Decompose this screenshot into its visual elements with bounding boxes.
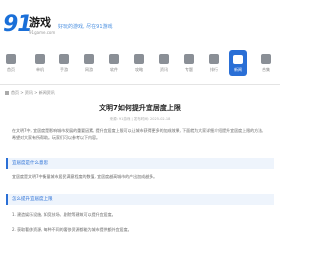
- nav-label: 排行: [210, 67, 218, 72]
- breadcrumb-text[interactable]: 首页 > 资讯 > 新闻资讯: [11, 90, 55, 95]
- app-icon: [109, 54, 119, 64]
- nav-item-home[interactable]: 首页: [0, 52, 22, 78]
- home-icon: [6, 54, 16, 64]
- bullet-item: 1. 建造娱乐设施, 如竞技场、剧院等建筑可以提升宜居度。: [12, 212, 116, 217]
- nav-label: 攻略: [135, 67, 143, 72]
- book-icon: [134, 54, 144, 64]
- nav-label: 手游: [60, 67, 68, 72]
- site-header: 91 游戏 91game.com 好玩的游戏, 尽在91游戏: [0, 0, 280, 44]
- article-intro: 在文明7中, 宜居度是影响城市发展的重要因素, 提升宜居度上限可以让城市获得更多…: [12, 128, 264, 140]
- nav-item-collection[interactable]: 合集: [255, 52, 277, 78]
- nav-item-mobile[interactable]: 手游: [53, 52, 75, 78]
- rank-icon: [209, 54, 219, 64]
- section1-body: 宜居度是文明7中衡量城市居民满意程度的数值, 宜居度越高城市的产出加成越多。: [12, 174, 158, 179]
- section-heading-text: 怎么提升宜居度上限: [12, 197, 53, 202]
- bullet-item: 2. 获取奢侈资源, 每种不同的奢侈资源都能为城市提供额外宜居度。: [12, 227, 132, 232]
- nav-divider: [0, 84, 280, 85]
- section-heading-2: 怎么提升宜居度上限: [6, 194, 274, 205]
- section-heading-1: 宜居度是什么意思: [6, 158, 274, 169]
- nav-label: 资讯: [160, 67, 168, 72]
- gamepad-icon: [35, 54, 45, 64]
- main-nav: 首页 单机 手游 网游 软件 攻略 资讯 专题 排行 新闻 合集: [0, 44, 280, 84]
- folder-icon: [261, 54, 271, 64]
- nav-item-rank[interactable]: 排行: [203, 52, 225, 78]
- nav-item-info[interactable]: 资讯: [153, 52, 175, 78]
- article-title: 文明7如何提升宜居度上限: [99, 104, 181, 112]
- nav-item-topics[interactable]: 专题: [178, 52, 200, 78]
- nav-label: 首页: [7, 67, 15, 72]
- phone-icon: [59, 54, 69, 64]
- news-icon: [159, 54, 169, 64]
- section-heading-text: 宜居度是什么意思: [12, 161, 48, 166]
- grid-icon: [184, 54, 194, 64]
- globe-icon: [84, 54, 94, 64]
- nav-label: 软件: [110, 67, 118, 72]
- nav-label: 合集: [262, 67, 270, 72]
- article-meta: 来源: 91游戏 | 发布时间: 2025-02-18: [109, 117, 171, 121]
- nav-item-guides[interactable]: 攻略: [128, 52, 150, 78]
- logo-subtext: 91game.com: [29, 30, 56, 35]
- logo-text: 游戏: [29, 16, 51, 29]
- site-logo[interactable]: 91 游戏 91game.com: [3, 14, 63, 38]
- nav-label: 新闻: [234, 67, 242, 72]
- location-icon: [5, 90, 9, 95]
- nav-item-software[interactable]: 软件: [103, 52, 125, 78]
- nav-item-pc[interactable]: 单机: [29, 52, 51, 78]
- nav-label: 网游: [85, 67, 93, 72]
- site-slogan: 好玩的游戏, 尽在91游戏: [58, 24, 113, 30]
- newspaper-icon: [233, 55, 243, 64]
- nav-item-online[interactable]: 网游: [78, 52, 100, 78]
- logo-number: 91: [3, 12, 33, 37]
- breadcrumb[interactable]: 首页 > 资讯 > 新闻资讯: [5, 90, 55, 95]
- nav-label: 单机: [36, 67, 44, 72]
- nav-item-news[interactable]: 新闻: [229, 50, 247, 76]
- nav-label: 专题: [185, 67, 193, 72]
